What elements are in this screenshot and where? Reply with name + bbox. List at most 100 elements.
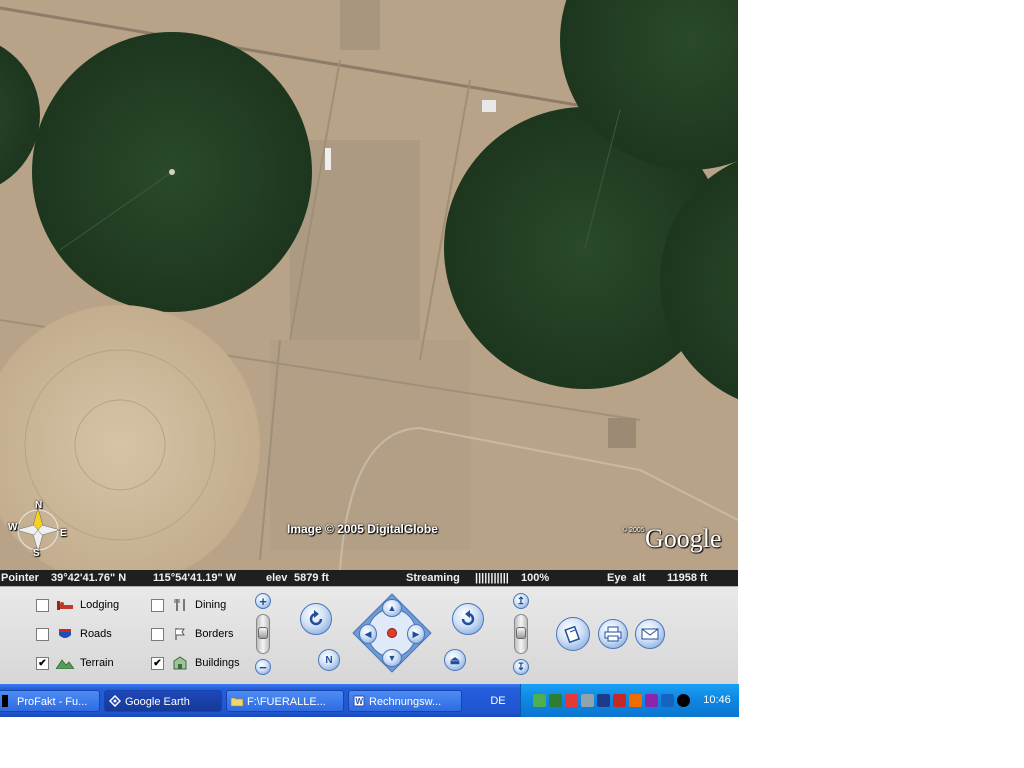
layer-label: Lodging xyxy=(80,599,120,611)
north-icon: N xyxy=(325,654,333,666)
placemark-button[interactable] xyxy=(556,617,590,651)
zoom-out-button[interactable]: − xyxy=(255,659,271,675)
network-icon[interactable] xyxy=(533,694,546,707)
layer-buildings[interactable]: ✔ Buildings xyxy=(151,654,240,672)
task-label: Rechnungsw... xyxy=(369,696,442,708)
task-profakt[interactable]: ProFakt - Fu... xyxy=(0,690,100,712)
terrain-checkbox[interactable]: ✔ xyxy=(36,656,49,670)
tilt-reset-button[interactable]: ⏏ xyxy=(444,649,466,671)
tilt-down-button[interactable]: ↧ xyxy=(513,659,529,675)
zoom-slider-thumb[interactable] xyxy=(258,627,268,639)
wireless-icon[interactable] xyxy=(677,694,690,707)
layer-lodging[interactable]: Lodging xyxy=(36,596,119,614)
pointer-label: Pointer xyxy=(1,572,39,584)
system-clock[interactable]: 10:46 xyxy=(697,684,737,717)
up-arrow-icon: ▲ xyxy=(387,603,397,613)
windows-taskbar: ProFakt - Fu... Google Earth F:\FUERALLE… xyxy=(0,684,739,717)
layer-dining[interactable]: Dining xyxy=(151,596,226,614)
language-indicator[interactable]: DE xyxy=(476,690,520,712)
pan-up-button[interactable]: ▲ xyxy=(382,599,402,617)
zoom-slider[interactable] xyxy=(256,614,270,654)
task-google-earth[interactable]: Google Earth xyxy=(104,690,222,712)
eye-altitude-label: Eye alt xyxy=(607,572,646,584)
lodging-checkbox[interactable] xyxy=(36,598,49,612)
media-icon[interactable] xyxy=(597,694,610,707)
rotate-ccw-icon xyxy=(309,610,323,626)
compass-s-label: S xyxy=(33,548,40,559)
pan-right-button[interactable]: ▶ xyxy=(407,624,425,644)
pan-left-button[interactable]: ◀ xyxy=(359,624,377,644)
layer-label: Buildings xyxy=(195,657,240,669)
layer-roads[interactable]: Roads xyxy=(36,625,112,643)
settings-icon[interactable] xyxy=(645,694,658,707)
tool-icon[interactable] xyxy=(629,694,642,707)
mountain-icon xyxy=(56,656,74,670)
layer-terrain[interactable]: ✔ Terrain xyxy=(36,654,114,672)
print-button[interactable] xyxy=(598,619,628,649)
streaming-bar: ||||||||||| xyxy=(475,572,509,584)
borders-checkbox[interactable] xyxy=(151,627,164,641)
google-logo: Google xyxy=(645,524,722,553)
email-button[interactable] xyxy=(635,619,665,649)
rotate-cw-icon xyxy=(461,610,475,626)
task-word-document[interactable]: W Rechnungsw... xyxy=(348,690,462,712)
pan-down-button[interactable]: ▼ xyxy=(382,649,402,667)
down-arrow-icon: ▼ xyxy=(387,653,397,663)
farmstead xyxy=(340,0,380,50)
app-icon xyxy=(2,695,8,707)
display-icon[interactable] xyxy=(581,694,594,707)
compass-e-label: E xyxy=(60,528,67,539)
field-parcel xyxy=(270,340,470,550)
status-bar: Pointer 39°42'41.76" N 115°54'41.19" W e… xyxy=(0,570,738,586)
google-earth-window: N S W E Image © 2005 DigitalGlobe © 2005… xyxy=(0,0,739,717)
layer-label: Dining xyxy=(195,599,227,611)
layer-label: Borders xyxy=(195,628,234,640)
streaming-percent: 100% xyxy=(521,572,550,584)
left-arrow-icon: ◀ xyxy=(364,628,372,639)
google-earth-icon xyxy=(109,695,121,707)
printer-icon xyxy=(604,626,622,642)
elevation-value: 5879 ft xyxy=(294,572,329,584)
update-icon[interactable] xyxy=(549,694,562,707)
security-icon[interactable] xyxy=(565,694,578,707)
image-attribution: Image © 2005 DigitalGlobe xyxy=(287,522,438,536)
roads-checkbox[interactable] xyxy=(36,627,49,641)
envelope-icon xyxy=(641,628,659,640)
task-explorer-folder[interactable]: F:\FUERALLE... xyxy=(226,690,344,712)
pointer-latitude: 39°42'41.76" N xyxy=(51,572,127,584)
clipboard-icon xyxy=(564,625,581,643)
navigation-pad[interactable]: ▲ ▼ ◀ ▶ xyxy=(351,592,433,674)
tilt-bottom-icon: ↧ xyxy=(516,661,526,673)
control-panel: Lodging Roads ✔ Terrain Dining Borders ✔… xyxy=(0,586,738,685)
streaming-label: Streaming xyxy=(406,572,460,584)
tilt-slider-thumb[interactable] xyxy=(516,627,526,639)
satellite-image[interactable] xyxy=(0,0,738,570)
elevation-label: elev xyxy=(266,572,288,584)
folder-icon xyxy=(231,697,243,707)
building-icon xyxy=(171,656,189,670)
bluetooth-icon[interactable] xyxy=(661,694,674,707)
svg-text:W: W xyxy=(356,697,364,706)
word-doc-icon: W xyxy=(353,695,365,707)
buildings-checkbox[interactable]: ✔ xyxy=(151,656,164,670)
pointer-longitude: 115°54'41.19" W xyxy=(153,572,237,584)
antivirus-icon[interactable] xyxy=(613,694,626,707)
layer-label: Roads xyxy=(80,628,112,640)
flag-icon xyxy=(171,627,189,641)
map-viewport[interactable]: N S W E Image © 2005 DigitalGlobe © 2005… xyxy=(0,0,738,570)
zoom-in-button[interactable]: + xyxy=(255,593,271,609)
compass-w-label: W xyxy=(8,522,18,533)
farm-building xyxy=(325,148,331,170)
rotate-left-button[interactable] xyxy=(300,603,332,635)
reset-north-button[interactable]: N xyxy=(318,649,340,671)
tilt-slider[interactable] xyxy=(514,614,528,654)
layer-borders[interactable]: Borders xyxy=(151,625,234,643)
task-label: ProFakt - Fu... xyxy=(17,696,88,708)
system-tray: 10:46 xyxy=(520,684,739,717)
center-dot-icon[interactable] xyxy=(387,628,397,638)
tilt-up-button[interactable]: ↥ xyxy=(513,593,529,609)
dining-checkbox[interactable] xyxy=(151,598,164,612)
eye-altitude-value: 11958 ft xyxy=(667,572,708,584)
task-label: Google Earth xyxy=(125,696,190,708)
rotate-right-button[interactable] xyxy=(452,603,484,635)
